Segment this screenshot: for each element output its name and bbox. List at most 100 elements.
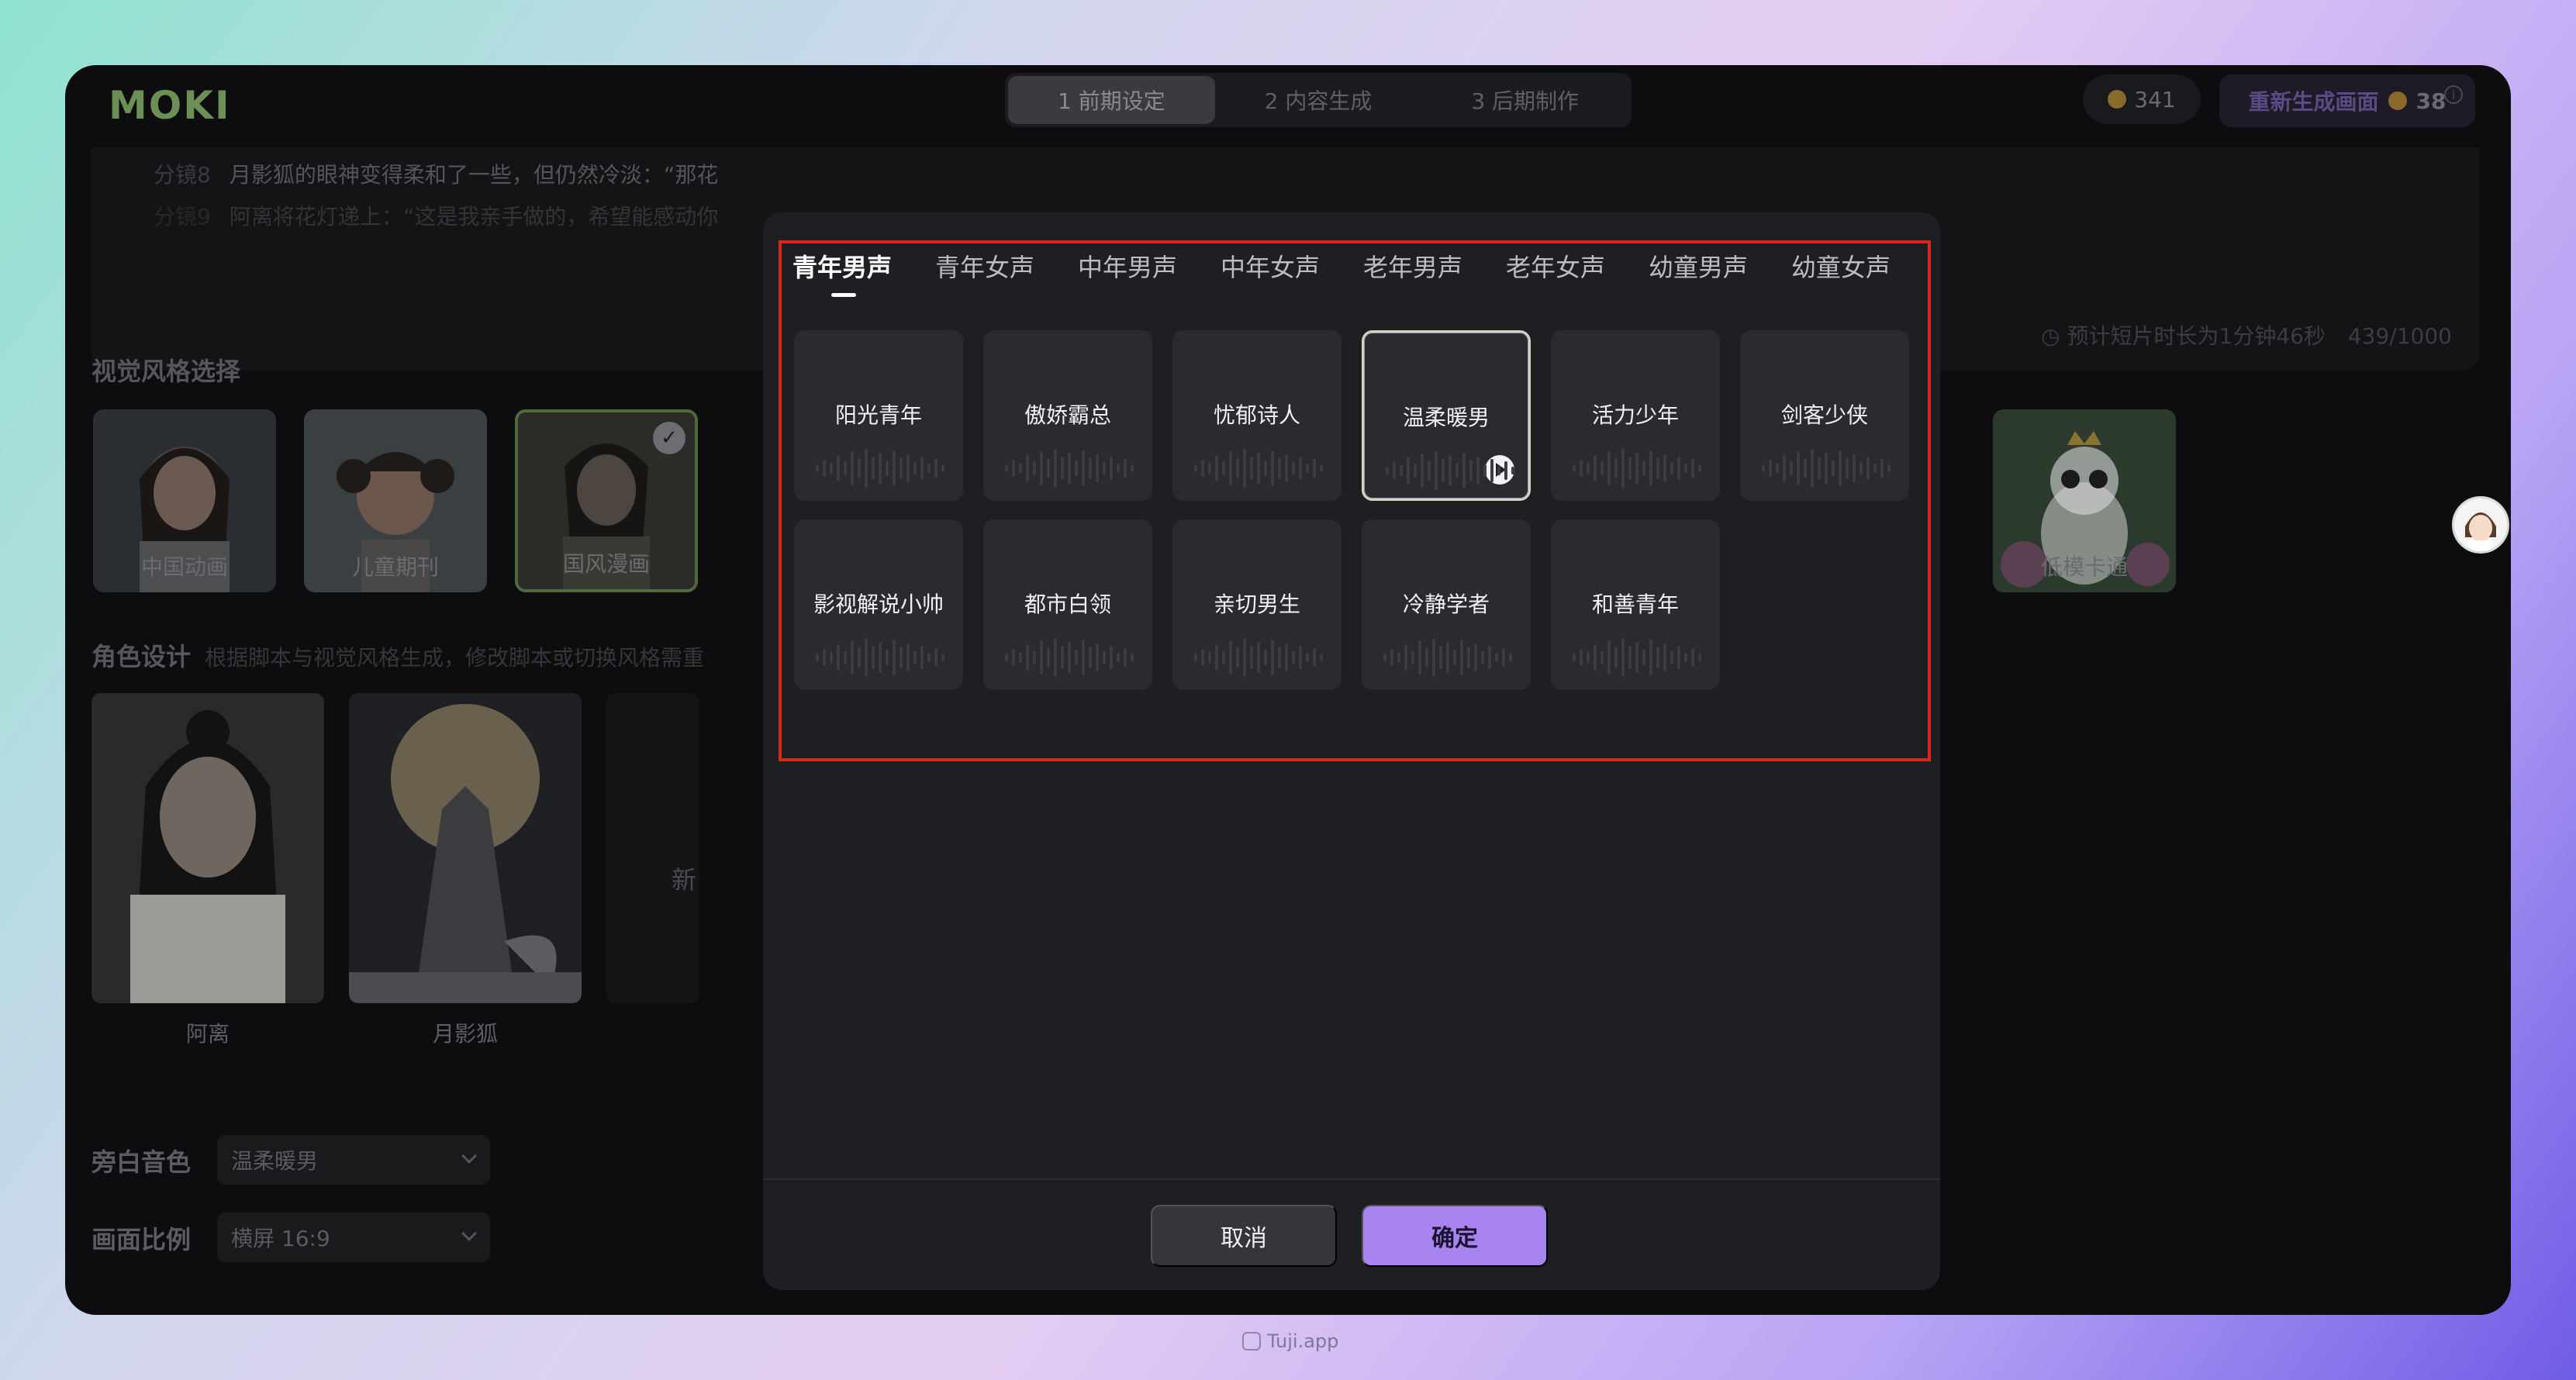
voice-card[interactable]: 和善青年 bbox=[1551, 519, 1720, 690]
shot-key: 分镜8 bbox=[154, 162, 211, 188]
tab-child-female[interactable]: 幼童女声 bbox=[1791, 248, 1891, 284]
step-3-tab[interactable]: 3 后期制作 bbox=[1421, 76, 1628, 124]
waveform-bar bbox=[1026, 644, 1029, 671]
tab-child-male[interactable]: 幼童男声 bbox=[1649, 248, 1748, 284]
voice-card[interactable]: 忧郁诗人 bbox=[1172, 330, 1342, 501]
waveform-bar bbox=[1462, 453, 1466, 488]
waveform-bar bbox=[1026, 455, 1029, 481]
waveform-bar bbox=[1201, 460, 1204, 477]
waveform-bar bbox=[1621, 638, 1625, 677]
waveform-bar bbox=[879, 642, 882, 673]
voice-name: 剑客少侠 bbox=[1780, 402, 1868, 428]
style-label: 国风漫画 bbox=[562, 551, 650, 577]
waveform-bar bbox=[1264, 650, 1267, 665]
waveform-bar bbox=[851, 451, 854, 485]
waveform-bar bbox=[1208, 463, 1211, 474]
waveform-bar bbox=[1866, 457, 1870, 480]
new-character-card[interactable]: 新 bbox=[606, 693, 699, 1003]
voice-card[interactable]: 都市白领 bbox=[983, 519, 1152, 690]
waveform-icon bbox=[1386, 451, 1514, 490]
style-card-chinese-animation[interactable]: 中国动画 bbox=[93, 409, 276, 592]
waveform-icon bbox=[1194, 638, 1323, 677]
avatar-image bbox=[2454, 499, 2507, 551]
waveform-bar bbox=[1684, 653, 1687, 662]
shot-key: 分镜9 bbox=[154, 204, 211, 229]
waveform-icon bbox=[1005, 638, 1134, 677]
waveform-bar bbox=[1005, 464, 1008, 472]
waveform-bar bbox=[1511, 467, 1514, 474]
voice-card-selected[interactable]: 温柔暖男 bbox=[1362, 330, 1531, 501]
coin-count: 341 bbox=[2134, 86, 2176, 112]
waveform-bar bbox=[1439, 646, 1442, 669]
regenerate-label: 重新生成画面 bbox=[2248, 89, 2379, 115]
aspect-ratio-select[interactable]: 横屏 16:9 bbox=[217, 1213, 490, 1262]
waveform-bar bbox=[1476, 457, 1480, 485]
character-card-moon-fox[interactable] bbox=[349, 693, 582, 1003]
cancel-button[interactable]: 取消 bbox=[1151, 1205, 1337, 1267]
waveform-bar bbox=[1075, 650, 1078, 665]
waveform-bar bbox=[1467, 647, 1470, 668]
narration-voice-select[interactable]: 温柔暖男 bbox=[217, 1135, 490, 1185]
step-2-tab[interactable]: 2 内容生成 bbox=[1215, 76, 1422, 124]
tab-middle-female[interactable]: 中年女声 bbox=[1221, 248, 1320, 284]
confirm-button[interactable]: 确定 bbox=[1362, 1205, 1548, 1267]
voice-card[interactable]: 剑客少侠 bbox=[1740, 330, 1909, 501]
waveform-bar bbox=[1110, 646, 1113, 669]
waveform-bar bbox=[927, 653, 931, 662]
waveform-bar bbox=[830, 463, 833, 474]
waveform-bar bbox=[1573, 464, 1576, 472]
regenerate-button[interactable]: 重新生成画面 38 i bbox=[2219, 74, 2475, 127]
waveform-bar bbox=[865, 638, 868, 677]
waveform-bar bbox=[1442, 459, 1445, 482]
app-logo[interactable]: MOKI bbox=[109, 83, 233, 128]
aspect-ratio-value: 横屏 16:9 bbox=[231, 1226, 330, 1251]
waveform-bar bbox=[1769, 460, 1772, 477]
style-card-low-poly-cartoon[interactable]: 低模卡通 bbox=[1993, 409, 2176, 592]
waveform-bar bbox=[1656, 647, 1659, 668]
waveform-bar bbox=[886, 650, 889, 665]
voice-card[interactable]: 冷静学者 bbox=[1362, 519, 1531, 690]
regenerate-cost: 38 bbox=[2415, 88, 2447, 114]
waveform-bar bbox=[1488, 646, 1491, 669]
user-avatar[interactable] bbox=[2452, 496, 2509, 554]
waveform-bar bbox=[893, 640, 896, 675]
coin-balance[interactable]: 341 bbox=[2083, 74, 2201, 124]
tab-elder-male[interactable]: 老年男声 bbox=[1363, 248, 1462, 284]
waveform-bar bbox=[934, 648, 938, 667]
style-label: 中国动画 bbox=[140, 554, 228, 580]
waveform-bar bbox=[1271, 450, 1274, 486]
waveform-bar bbox=[906, 643, 910, 671]
waveform-bar bbox=[816, 464, 819, 472]
waveform-bar bbox=[1103, 651, 1106, 664]
tab-elder-female[interactable]: 老年女声 bbox=[1506, 248, 1605, 284]
voice-card[interactable]: 傲娇霸总 bbox=[983, 330, 1152, 501]
tab-middle-male[interactable]: 中年男声 bbox=[1078, 248, 1177, 284]
voice-card[interactable]: 亲切男生 bbox=[1172, 519, 1342, 690]
waveform-bar bbox=[1313, 648, 1316, 667]
waveform-bar bbox=[1483, 464, 1487, 477]
step-1-tab[interactable]: 1 前期设定 bbox=[1008, 76, 1215, 124]
waveform-bar bbox=[1320, 654, 1323, 661]
tab-young-male[interactable]: 青年男声 bbox=[792, 248, 892, 284]
waveform-bar bbox=[1446, 642, 1449, 673]
waveform-bar bbox=[1587, 652, 1590, 663]
waveform-bar bbox=[1285, 454, 1288, 482]
waveform-bar bbox=[1594, 455, 1597, 481]
style-card-children-magazine[interactable]: 儿童期刊 bbox=[304, 409, 487, 592]
waveform-bar bbox=[1460, 640, 1463, 675]
info-icon[interactable]: i bbox=[2444, 85, 2463, 104]
waveform-bar bbox=[1292, 462, 1295, 474]
voice-select-modal: 青年男声 青年女声 中年男声 中年女声 老年男声 老年女声 幼童男声 幼童女声 … bbox=[763, 212, 1940, 1290]
voice-card[interactable]: 活力少年 bbox=[1551, 330, 1720, 501]
voice-card[interactable]: 影视解说小帅 bbox=[794, 519, 963, 690]
waveform-bar bbox=[1033, 650, 1036, 664]
waveform-bar bbox=[1502, 648, 1505, 667]
character-card-ali[interactable] bbox=[92, 693, 324, 1003]
voice-name: 和善青年 bbox=[1591, 592, 1679, 617]
waveform-bar bbox=[1670, 651, 1673, 664]
style-card-guofeng-comic[interactable]: ✓ 国风漫画 bbox=[515, 409, 698, 592]
waveform-bar bbox=[1264, 461, 1267, 476]
waveform-bar bbox=[1573, 654, 1576, 661]
tab-young-female[interactable]: 青年女声 bbox=[935, 248, 1034, 284]
voice-card[interactable]: 阳光青年 bbox=[794, 330, 963, 501]
